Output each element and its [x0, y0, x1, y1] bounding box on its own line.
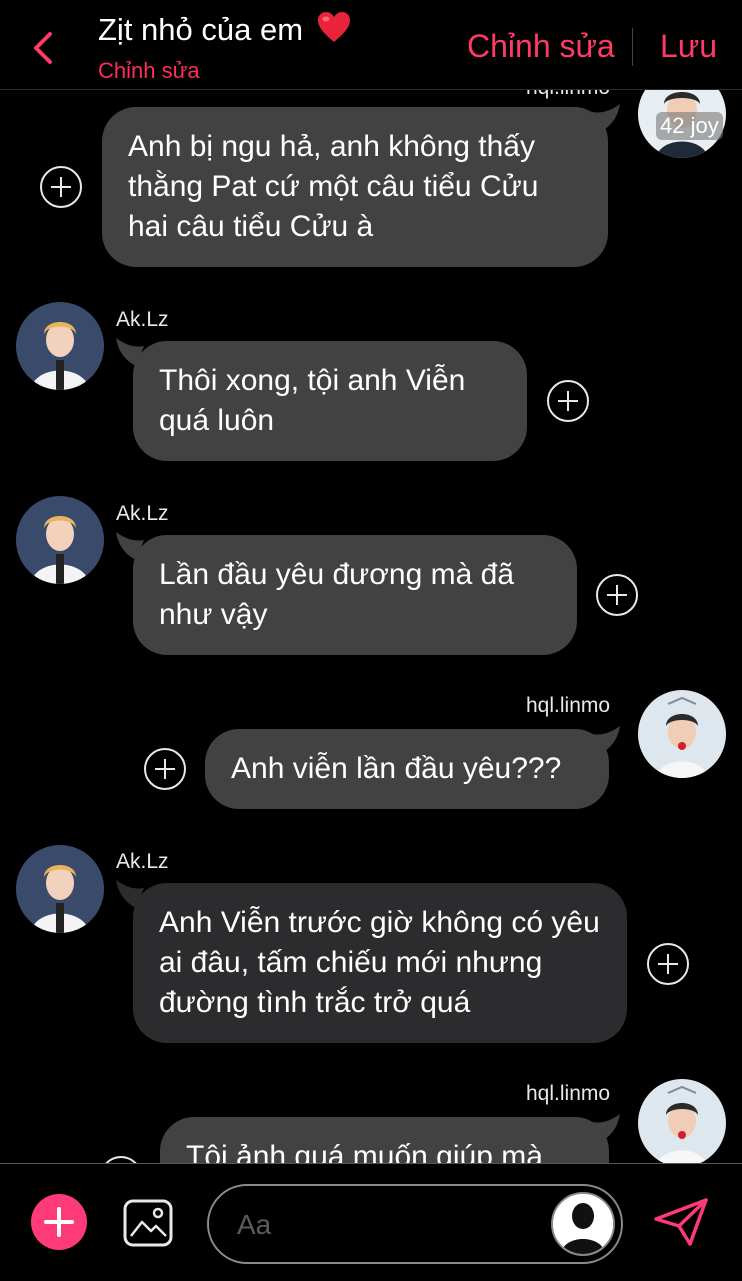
add-reaction-plus-icon[interactable] [596, 574, 638, 616]
composer-bar [0, 1163, 742, 1281]
message-bubble[interactable]: Anh bị ngu hả, anh không thấy thằng Pat … [102, 107, 608, 267]
sender-name: hql.linmo [526, 694, 611, 717]
back-button[interactable] [28, 28, 60, 68]
add-reaction-plus-icon[interactable] [144, 748, 186, 790]
add-reaction-plus-icon[interactable] [647, 943, 689, 985]
message-bubble[interactable]: Lần đầu yêu đương mà đã như vậy [133, 535, 577, 655]
chat-header: Zịt nhỏ của em Chỉnh sửa Chỉnh sửa Lưu [0, 0, 742, 90]
chat-title: Zịt nhỏ của em [98, 10, 352, 52]
sender-name: hql.linmo [526, 1082, 611, 1105]
partial-badge: 42 joy [656, 112, 723, 140]
persona-avatar-icon[interactable] [551, 1192, 615, 1256]
save-button[interactable]: Lưu [660, 28, 717, 65]
avatar-ak-lz[interactable] [16, 496, 104, 584]
sender-name: Ak.Lz [116, 502, 169, 525]
message-input[interactable] [237, 1204, 537, 1246]
message-bubble[interactable]: Thôi xong, tội anh Viễn quá luôn [133, 341, 527, 461]
add-attachment-plus-icon[interactable] [31, 1194, 87, 1250]
add-reaction-plus-icon[interactable] [100, 1156, 142, 1163]
sender-name: Ak.Lz [116, 850, 169, 873]
message-bubble[interactable]: Anh viễn lần đầu yêu??? [205, 729, 609, 809]
avatar-ak-lz[interactable] [16, 845, 104, 933]
header-divider [632, 28, 633, 66]
heart-icon [316, 10, 352, 52]
add-reaction-plus-icon[interactable] [547, 380, 589, 422]
add-reaction-plus-icon[interactable] [40, 166, 82, 208]
chevron-left-icon [34, 32, 52, 64]
avatar-hql-linmo[interactable] [638, 1079, 726, 1163]
message-list[interactable]: hql.linmo 42 joy Anh bị ngu hả, anh khôn… [0, 90, 742, 1163]
send-icon[interactable] [652, 1197, 710, 1247]
chat-title-text: Zịt nhỏ của em [98, 12, 304, 47]
sender-name: Ak.Lz [116, 308, 169, 331]
message-input-box[interactable] [207, 1184, 623, 1264]
avatar-hql-linmo[interactable] [638, 690, 726, 778]
edit-subtitle-link[interactable]: Chỉnh sửa [98, 58, 200, 84]
sender-name: hql.linmo [526, 90, 610, 100]
edit-button[interactable]: Chỉnh sửa [467, 28, 615, 65]
message-bubble[interactable]: Tội ảnh quá muốn giúp mà [160, 1117, 609, 1163]
message-bubble[interactable]: Anh Viễn trước giờ không có yêu ai đâu, … [133, 883, 627, 1043]
image-icon[interactable] [122, 1198, 174, 1248]
avatar-ak-lz[interactable] [16, 302, 104, 390]
